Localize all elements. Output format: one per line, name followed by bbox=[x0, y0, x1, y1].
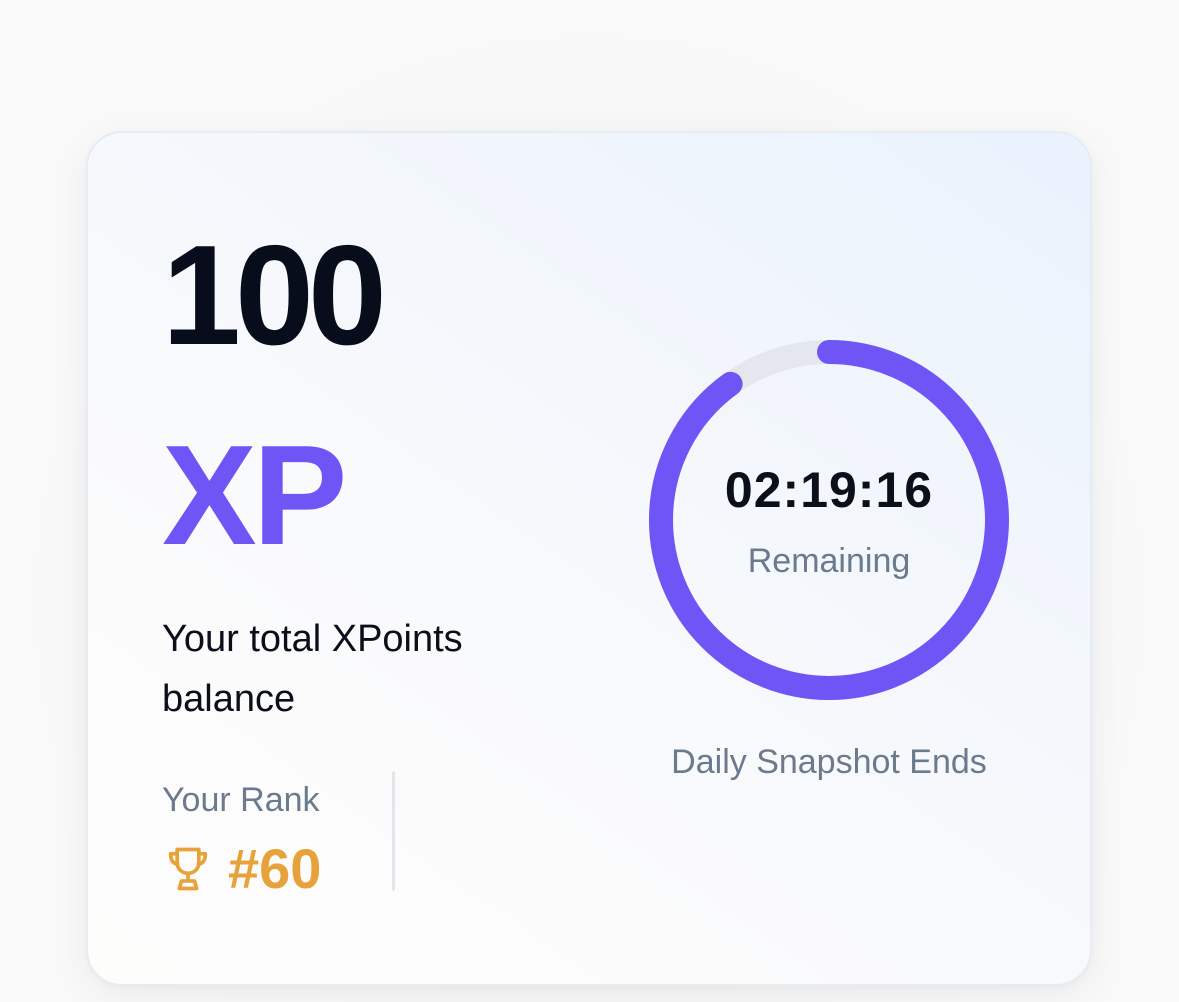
page: 100 XP Your total XPoints balance Your R… bbox=[0, 0, 1179, 1002]
xp-caption: Your total XPoints balance bbox=[162, 618, 463, 720]
daily-snapshot-label: Daily Snapshot Ends bbox=[671, 743, 987, 781]
rank-label: Your Rank bbox=[162, 781, 320, 819]
xp-card: 100 XP Your total XPoints balance Your R… bbox=[86, 131, 1092, 986]
countdown-remaining-label: Remaining bbox=[747, 542, 911, 580]
trophy-icon bbox=[168, 847, 208, 891]
countdown-ring: 02:19:16 Remaining bbox=[648, 339, 1010, 701]
countdown-ring-progress bbox=[649, 340, 1009, 700]
countdown-ring-graphic bbox=[649, 340, 1009, 700]
divider bbox=[392, 771, 395, 891]
xp-amount: 100 bbox=[162, 216, 387, 375]
countdown-time: 02:19:16 bbox=[724, 462, 934, 518]
xp-unit: XP bbox=[162, 416, 347, 575]
rank-number: #60 bbox=[228, 837, 322, 900]
rank-value: #60 bbox=[162, 841, 321, 897]
